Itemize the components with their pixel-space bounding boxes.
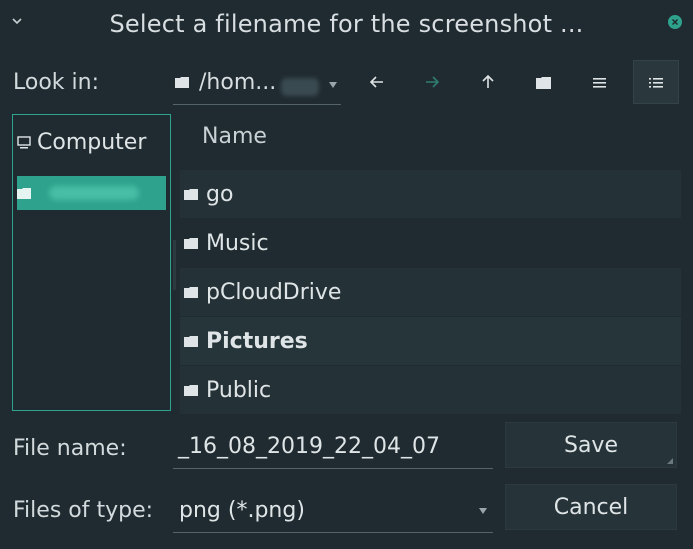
splitter-handle[interactable]: [173, 240, 176, 290]
look-in-label: Look in:: [13, 70, 99, 95]
folder-icon: [17, 188, 31, 199]
title-bar: Select a filename for the screenshot ...: [0, 0, 693, 52]
list-item[interactable]: pCloudDrive: [180, 268, 681, 316]
files-of-type-value: png (*.png): [179, 498, 305, 523]
column-header-name[interactable]: Name: [202, 124, 267, 149]
list-item[interactable]: go: [180, 170, 681, 218]
files-of-type-label: Files of type:: [13, 498, 154, 523]
folder-icon: [184, 238, 198, 249]
folder-icon: [175, 77, 189, 88]
computer-icon: [17, 135, 31, 148]
list-view-button[interactable]: [577, 62, 621, 102]
sidebar-item-computer[interactable]: Computer: [17, 125, 166, 159]
file-name-label: File name:: [13, 436, 127, 461]
folder-icon: [184, 189, 198, 200]
list-item[interactable]: Public: [180, 366, 681, 414]
arrow-right-icon: [426, 76, 439, 88]
list-item[interactable]: Music: [180, 219, 681, 267]
close-icon[interactable]: [667, 14, 683, 30]
places-sidebar[interactable]: Computer: [12, 114, 171, 411]
new-folder-button[interactable]: [521, 62, 565, 102]
file-name: go: [206, 181, 234, 207]
file-name-input[interactable]: _16_08_2019_22_04_07: [173, 426, 493, 469]
save-button-label: Save: [563, 432, 618, 458]
chevron-down-icon: [329, 82, 337, 88]
folder-new-icon: [535, 76, 551, 89]
cancel-button[interactable]: Cancel: [505, 484, 677, 530]
file-name: Pictures: [206, 328, 308, 354]
list-view-icon: [592, 77, 606, 88]
back-button[interactable]: [355, 62, 399, 102]
redacted-username: [281, 78, 319, 96]
chevron-down-icon: [479, 508, 487, 514]
redacted-username: [49, 186, 139, 200]
file-name: Public: [206, 377, 272, 403]
sidebar-item-home[interactable]: [17, 176, 166, 210]
detail-view-button[interactable]: [633, 60, 679, 104]
resize-grip-icon: [667, 458, 673, 464]
look-in-combobox[interactable]: /hom...: [173, 66, 341, 105]
forward-button[interactable]: [410, 62, 454, 102]
file-name: Music: [206, 230, 269, 256]
save-button[interactable]: Save: [505, 422, 677, 468]
cancel-button-label: Cancel: [553, 494, 629, 520]
arrow-up-icon: [482, 75, 494, 88]
file-list[interactable]: Name go Music pCloudDrive Pictures Publi…: [180, 114, 681, 414]
parent-directory-button[interactable]: [466, 62, 510, 102]
folder-icon: [184, 385, 198, 396]
folder-icon: [184, 287, 198, 298]
sidebar-item-label: Computer: [37, 129, 147, 155]
window-title: Select a filename for the screenshot ...: [109, 10, 584, 38]
arrow-left-icon: [370, 76, 383, 88]
files-of-type-combobox[interactable]: png (*.png): [173, 490, 493, 533]
file-name: pCloudDrive: [206, 279, 342, 305]
folder-icon: [184, 336, 198, 347]
look-in-path: /hom...: [199, 70, 277, 95]
file-name-value: _16_08_2019_22_04_07: [178, 434, 440, 459]
detail-view-icon: [649, 77, 663, 88]
list-item[interactable]: Pictures: [180, 317, 681, 365]
